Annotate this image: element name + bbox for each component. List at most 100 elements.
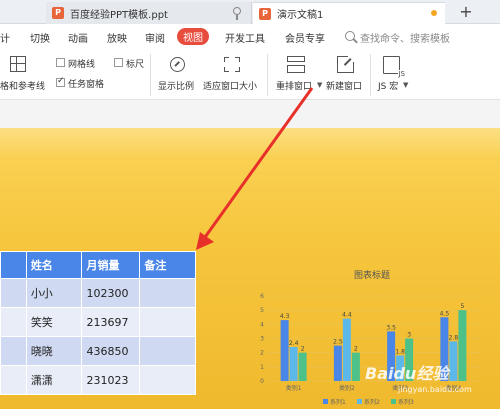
y-tick-label: 6 xyxy=(260,293,264,300)
view-toolbar: 格和参考线 网格线 标尺 任务窗格 显示比例 适应窗口大小 重排窗口 ▼ 新建窗… xyxy=(0,50,500,100)
gridlines-checkbox[interactable] xyxy=(56,58,65,67)
menu-slideshow[interactable]: 放映 xyxy=(107,30,127,45)
y-tick-label: 1 xyxy=(260,364,264,371)
tab-presentation1[interactable]: P 演示文稿1 xyxy=(253,2,445,24)
tab-baidu-template[interactable]: P 百度经验PPT模板.ppt xyxy=(46,2,252,24)
menu-transition[interactable]: 切换 xyxy=(30,30,50,45)
chart-bar xyxy=(333,345,342,381)
taskpane-checkbox[interactable] xyxy=(56,76,65,87)
table-cell[interactable] xyxy=(139,278,196,308)
y-tick-label: 3 xyxy=(260,336,264,343)
menu-review[interactable]: 审阅 xyxy=(145,30,165,45)
table-cell[interactable]: 102300 xyxy=(81,278,141,308)
chart-bar xyxy=(289,347,298,381)
menu-animation[interactable]: 动画 xyxy=(68,30,88,45)
data-label: 4.5 xyxy=(440,310,450,317)
add-tab-button[interactable]: + xyxy=(455,2,477,22)
data-label: 2.4 xyxy=(289,340,299,347)
table-cell[interactable]: 436850 xyxy=(81,336,141,366)
data-label: 2.8 xyxy=(449,334,459,341)
y-tick-label: 4 xyxy=(260,321,264,328)
data-label: 3.5 xyxy=(386,324,396,331)
ribbon-menu: 计 切换 动画 放映 审阅 视图 开发工具 会员专享 查找命令、搜索模板 xyxy=(0,24,500,50)
table-cell[interactable]: 小小 xyxy=(25,278,83,308)
data-label: 2.5 xyxy=(333,339,343,346)
ruler-checkbox[interactable] xyxy=(114,58,123,67)
data-label: 5 xyxy=(460,303,464,310)
y-tick-label: 0 xyxy=(260,378,264,385)
table-header: 姓名 xyxy=(25,251,83,279)
toolbar-divider xyxy=(370,54,371,96)
table-cell[interactable] xyxy=(0,278,27,308)
data-label: 3 xyxy=(407,332,411,339)
toolbar-divider xyxy=(150,54,151,96)
table-row[interactable]: 小小 102300 xyxy=(0,278,196,308)
arrange-windows-icon[interactable] xyxy=(287,56,305,73)
tab-label: 百度经验PPT模板.ppt xyxy=(70,9,168,21)
search-icon[interactable] xyxy=(345,31,355,41)
table-row[interactable]: 笑笑 213697 xyxy=(0,307,196,337)
chevron-down-icon[interactable]: ▼ xyxy=(403,81,408,89)
js-macro-label[interactable]: JS 宏 xyxy=(378,79,398,92)
grid-guides-icon[interactable] xyxy=(10,56,26,72)
menu-member[interactable]: 会员专享 xyxy=(285,30,325,45)
legend-label: 系列3 xyxy=(398,398,414,406)
tab-label: 演示文稿1 xyxy=(277,10,324,21)
chart-bar xyxy=(449,341,458,381)
fit-window-label[interactable]: 适应窗口大小 xyxy=(203,79,257,92)
chart-bar xyxy=(280,320,289,381)
table-header xyxy=(0,251,27,279)
search-input[interactable]: 查找命令、搜索模板 xyxy=(360,30,450,45)
y-tick-label: 2 xyxy=(260,350,264,357)
table-cell[interactable] xyxy=(0,307,27,337)
grid-guides-label[interactable]: 格和参考线 xyxy=(0,79,45,92)
chevron-down-icon[interactable]: ▼ xyxy=(317,81,322,89)
zoom-icon[interactable] xyxy=(170,57,185,72)
taskpane-label[interactable]: 任务窗格 xyxy=(68,77,104,90)
arrange-windows-label[interactable]: 重排窗口 xyxy=(276,79,312,92)
ppt-icon: P xyxy=(259,7,271,20)
table-cell[interactable] xyxy=(0,336,27,366)
gridlines-label[interactable]: 网格线 xyxy=(68,57,95,70)
ruler-label[interactable]: 标尺 xyxy=(126,57,144,70)
data-label: 1.8 xyxy=(395,349,405,356)
table-cell[interactable] xyxy=(139,336,196,366)
menu-developer[interactable]: 开发工具 xyxy=(225,30,265,45)
table-cell[interactable]: 231023 xyxy=(81,365,141,395)
legend-swatch xyxy=(323,399,328,404)
table-row[interactable]: 潇潇 231023 xyxy=(0,365,196,395)
table-header: 月销量 xyxy=(81,251,141,279)
table-cell[interactable]: 潇潇 xyxy=(25,365,83,395)
pin-icon[interactable] xyxy=(233,7,241,20)
table-cell[interactable] xyxy=(139,365,196,395)
data-label: 4.4 xyxy=(342,312,352,319)
fit-window-icon[interactable] xyxy=(224,57,240,72)
legend-label: 系列1 xyxy=(330,398,346,406)
data-label: 2 xyxy=(301,346,305,353)
zoom-label[interactable]: 显示比例 xyxy=(158,79,194,92)
menu-design[interactable]: 计 xyxy=(0,30,10,45)
x-tick-label: 类别1 xyxy=(286,384,302,392)
chart-bar xyxy=(298,352,307,381)
tab-bar: P 百度经验PPT模板.ppt P 演示文稿1 + xyxy=(0,0,500,24)
new-window-icon[interactable] xyxy=(337,54,356,73)
x-tick-label: 类别2 xyxy=(339,384,355,392)
chart-bar xyxy=(351,352,360,381)
new-window-label[interactable]: 新建窗口 xyxy=(326,79,362,92)
table-cell[interactable]: 晓晓 xyxy=(25,336,83,366)
menu-view[interactable]: 视图 xyxy=(177,28,209,45)
workspace-margin xyxy=(0,100,500,128)
js-macro-icon[interactable]: JS xyxy=(383,56,405,78)
y-tick-label: 5 xyxy=(260,307,264,314)
slide-table[interactable]: 姓名 月销量 备注 小小 102300 笑笑 213697 晓晓 436850 … xyxy=(0,251,196,395)
table-cell[interactable]: 213697 xyxy=(81,307,141,337)
table-cell[interactable]: 笑笑 xyxy=(25,307,83,337)
chart-title: 图表标题 xyxy=(354,269,390,281)
slide-highlight xyxy=(0,128,500,158)
legend-label: 系列2 xyxy=(364,398,380,406)
table-cell[interactable] xyxy=(139,307,196,337)
data-label: 4.3 xyxy=(280,313,290,320)
toolbar-divider xyxy=(267,54,268,96)
table-cell[interactable] xyxy=(0,365,27,395)
table-row[interactable]: 晓晓 436850 xyxy=(0,336,196,366)
